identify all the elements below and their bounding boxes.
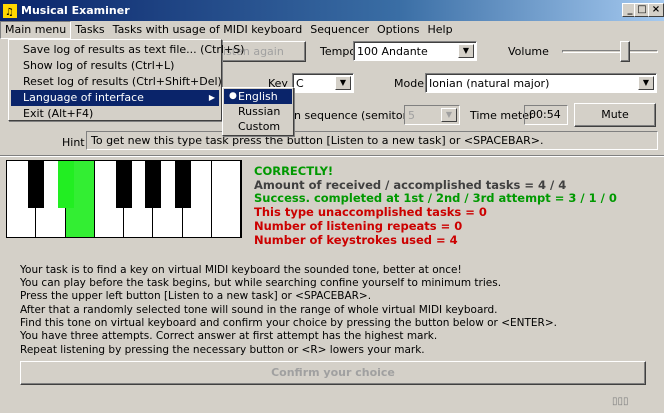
result-correct: CORRECTLY! xyxy=(254,164,334,178)
tempo-select[interactable]: 100 Andante ▼ xyxy=(353,41,477,61)
volume-slider-thumb[interactable] xyxy=(620,41,630,62)
svg-text:♫: ♫ xyxy=(5,7,14,18)
task-line: Find this tone on virtual keyboard and c… xyxy=(20,317,557,329)
menu-save-log[interactable]: Save log of results as text file... (Ctr… xyxy=(11,42,244,58)
mute-button[interactable]: Mute xyxy=(574,103,656,127)
black-key[interactable] xyxy=(57,161,74,208)
close-button[interactable]: × xyxy=(648,3,664,17)
menu-main[interactable]: Main menu xyxy=(0,21,72,39)
black-key[interactable] xyxy=(145,161,162,208)
result-keystrokes: Number of keystrokes used = 4 xyxy=(254,233,458,247)
main-menu-dropdown: Save log of results as text file... (Ctr… xyxy=(8,39,244,122)
black-key[interactable] xyxy=(116,161,132,208)
menu-language[interactable]: Language of interface ▶ xyxy=(11,90,219,106)
hint-label: Hint xyxy=(62,136,85,149)
volume-label: Volume xyxy=(508,45,549,58)
status-bar-grip: ▯▯▯ xyxy=(612,396,629,407)
result-repeats: Number of listening repeats = 0 xyxy=(254,219,463,233)
triangle-down-icon[interactable]: ▼ xyxy=(458,44,474,58)
task-line: You can play before the task begins, but… xyxy=(20,277,502,289)
confirm-choice-button[interactable]: Confirm your choice xyxy=(20,361,646,385)
black-key[interactable] xyxy=(174,161,191,208)
hint-text: To get new this type task press the butt… xyxy=(86,131,658,150)
task-line: You have three attempts. Correct answer … xyxy=(20,330,438,342)
tempo-label: Tempo xyxy=(320,45,357,58)
window-title: Musical Examiner xyxy=(21,4,130,17)
virtual-midi-keyboard xyxy=(6,160,242,238)
triangle-right-icon: ▶ xyxy=(208,93,215,102)
menu-tasks-midi[interactable]: Tasks with usage of MIDI keyboard xyxy=(109,21,307,39)
task-line: Your task is to find a key on virtual MI… xyxy=(20,264,462,276)
language-custom[interactable]: Custom xyxy=(224,119,292,134)
mode-value: Ionian (natural major) xyxy=(429,76,550,90)
bullet-icon: ● xyxy=(229,91,237,101)
menu-sequencer[interactable]: Sequencer xyxy=(306,21,373,39)
time-meter-value: 00:54 xyxy=(524,105,568,125)
tempo-value: 100 Andante xyxy=(357,44,428,58)
menu-reset-log[interactable]: Reset log of results (Ctrl+Shift+Del) xyxy=(11,74,222,90)
music-icon: ♫ xyxy=(3,3,17,18)
white-key[interactable] xyxy=(211,161,241,237)
menu-options[interactable]: Options xyxy=(373,21,423,39)
task-line: After that a randomly selected tone will… xyxy=(20,304,498,316)
task-line: Repeat listening by pressing the necessa… xyxy=(20,344,425,356)
mode-label: Mode xyxy=(394,77,424,90)
triangle-down-icon[interactable]: ▼ xyxy=(638,76,654,90)
sequence-value: 5 xyxy=(408,108,415,122)
menu-tasks[interactable]: Tasks xyxy=(71,21,108,39)
mode-select[interactable]: Ionian (natural major) ▼ xyxy=(425,73,657,93)
separator xyxy=(0,155,664,157)
key-value: C xyxy=(296,76,304,90)
menu-show-log[interactable]: Show log of results (Ctrl+L) xyxy=(11,58,219,74)
volume-track xyxy=(562,50,658,53)
language-submenu: ● English Russian Custom xyxy=(222,87,294,136)
language-russian[interactable]: Russian xyxy=(224,104,292,119)
key-select[interactable]: C ▼ xyxy=(292,73,354,93)
result-success: Success. completed at 1st / 2nd / 3rd at… xyxy=(254,191,617,205)
menu-help[interactable]: Help xyxy=(423,21,456,39)
language-english[interactable]: ● English xyxy=(224,89,292,104)
triangle-down-icon[interactable]: ▼ xyxy=(335,76,351,90)
triangle-down-icon[interactable]: ▼ xyxy=(441,108,457,122)
menu-language-label: Language of interface xyxy=(23,91,144,104)
task-line: Press the upper left button [Listen to a… xyxy=(20,290,372,302)
menu-bar: Main menu Tasks Tasks with usage of MIDI… xyxy=(0,21,664,39)
result-unaccomplished: This type unaccomplished tasks = 0 xyxy=(254,205,487,219)
language-english-label: English xyxy=(238,90,278,103)
title-bar: ♫ Musical Examiner _ □ × xyxy=(0,0,664,21)
result-received: Amount of received / accomplished tasks … xyxy=(254,178,567,192)
menu-exit[interactable]: Exit (Alt+F4) xyxy=(11,106,219,122)
black-key[interactable] xyxy=(28,161,45,208)
sequence-select[interactable]: 5 ▼ xyxy=(404,105,460,125)
